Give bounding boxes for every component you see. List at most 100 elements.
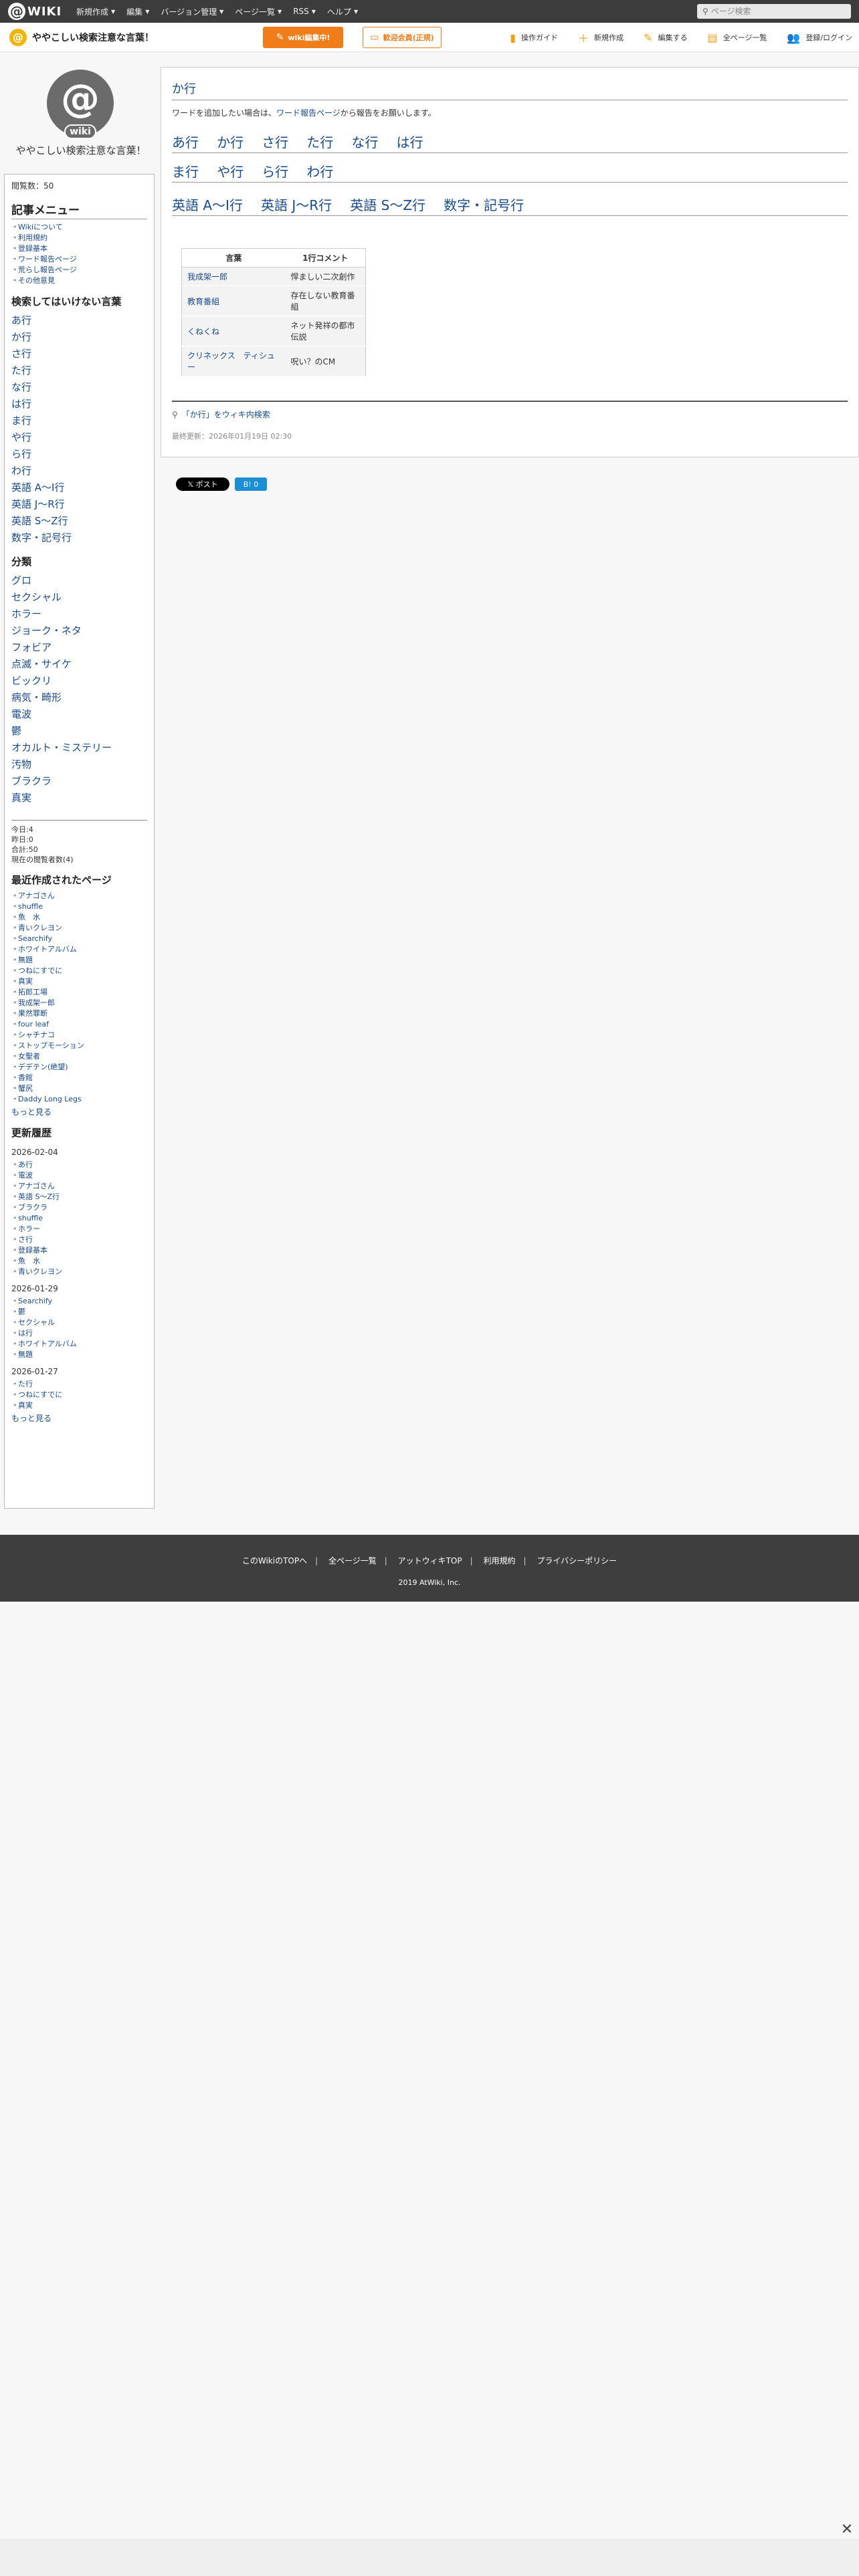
list-item[interactable]: 果然罪断 xyxy=(11,1008,147,1019)
wiki-avatar[interactable]: @ wiki xyxy=(47,70,114,139)
list-item[interactable]: 英語 S〜Z行 xyxy=(11,513,147,530)
list-item[interactable]: デデテン(絶望) xyxy=(11,1062,147,1073)
gyou-link[interactable]: た行 xyxy=(306,134,333,150)
all-pages-action[interactable]: ▤ 全ページ一覧 xyxy=(707,31,767,44)
list-item[interactable]: ストップモーション xyxy=(11,1041,147,1051)
list-item[interactable]: 利用規約 xyxy=(11,233,147,243)
page-search-input[interactable] xyxy=(710,7,838,16)
gyou-link[interactable]: わ行 xyxy=(306,164,333,180)
list-item[interactable]: た行 xyxy=(11,362,147,379)
list-item[interactable]: 無題 xyxy=(11,1350,147,1360)
list-item[interactable]: ま行 xyxy=(11,413,147,429)
list-item[interactable]: 数字・記号行 xyxy=(11,530,147,546)
menu-pages[interactable]: ページ一覧 ▼ xyxy=(235,6,282,17)
wiki-title-link[interactable]: @ ややこしい検索注意な言葉！ xyxy=(9,28,264,46)
gyou-link[interactable]: あ行 xyxy=(172,134,199,150)
menu-new[interactable]: 新規作成 ▼ xyxy=(76,6,115,17)
list-item[interactable]: 汚物 xyxy=(11,756,147,773)
gyou-link[interactable]: か行 xyxy=(217,134,244,150)
list-item[interactable]: 真実 xyxy=(11,790,147,807)
menu-version[interactable]: バージョン管理 ▼ xyxy=(161,6,223,17)
gyou-link[interactable]: や行 xyxy=(217,164,244,180)
list-item[interactable]: つねにすでに xyxy=(11,1390,147,1400)
report-page-link[interactable]: ワード報告ページ xyxy=(276,108,341,118)
gyou-link[interactable]: さ行 xyxy=(262,134,288,150)
recent-more-link[interactable]: もっと見る xyxy=(11,1106,147,1117)
gyou-link[interactable]: な行 xyxy=(351,134,378,150)
list-item[interactable]: 英語 J〜R行 xyxy=(11,496,147,513)
list-item[interactable]: は行 xyxy=(11,1328,147,1339)
wiki-search-link[interactable]: ⚲ 「か行」をウィキ内検索 xyxy=(172,401,848,420)
list-item[interactable]: Daddy Long Legs xyxy=(11,1094,147,1105)
list-item[interactable]: わ行 xyxy=(11,463,147,479)
gyou-link[interactable]: 数字・記号行 xyxy=(444,197,524,213)
footer-link-all-pages[interactable]: 全ページ一覧 xyxy=(328,1556,377,1566)
menu-edit[interactable]: 編集 ▼ xyxy=(126,6,149,17)
list-item[interactable]: four leaf xyxy=(11,1019,147,1030)
list-item[interactable]: 鬱 xyxy=(11,1307,147,1317)
list-item[interactable]: 香館 xyxy=(11,1073,147,1083)
gyou-link[interactable]: は行 xyxy=(396,134,423,150)
list-item[interactable]: ビックリ xyxy=(11,673,147,689)
list-item[interactable]: あ行 xyxy=(11,312,147,329)
list-item[interactable]: 電波 xyxy=(11,706,147,723)
list-item[interactable]: shuffle xyxy=(11,901,147,912)
list-item[interactable]: さ行 xyxy=(11,346,147,362)
gyou-link[interactable]: ら行 xyxy=(262,164,288,180)
footer-link-privacy[interactable]: プライバシーポリシー xyxy=(537,1556,617,1566)
list-item[interactable]: 魚 水 xyxy=(11,1256,147,1267)
list-item[interactable]: 真実 xyxy=(11,1400,147,1411)
list-item[interactable]: Searchify xyxy=(11,934,147,944)
list-item[interactable]: つねにすでに xyxy=(11,966,147,976)
list-item[interactable]: アナゴさん xyxy=(11,1181,147,1192)
gyou-link[interactable]: ま行 xyxy=(172,164,199,180)
footer-link-top[interactable]: このWikiのTOPへ xyxy=(242,1556,307,1566)
list-item[interactable]: ら行 xyxy=(11,446,147,463)
list-item[interactable]: その他意見 xyxy=(11,276,147,286)
guide-action[interactable]: ▮ 操作ガイド xyxy=(510,31,558,44)
atwiki-logo[interactable]: @ WIKI xyxy=(8,3,66,20)
list-item[interactable]: は行 xyxy=(11,396,147,413)
edit-action[interactable]: ✎ 編集する xyxy=(644,31,687,44)
list-item[interactable]: 魚 水 xyxy=(11,912,147,923)
list-item[interactable]: 荒らし報告ページ xyxy=(11,265,147,276)
list-item[interactable]: グロ xyxy=(11,572,147,589)
list-item[interactable]: た行 xyxy=(11,1379,147,1390)
list-item[interactable]: な行 xyxy=(11,379,147,396)
list-item[interactable]: セクシャル xyxy=(11,589,147,606)
list-item[interactable]: 真実 xyxy=(11,976,147,987)
list-item[interactable]: さ行 xyxy=(11,1235,147,1245)
list-item[interactable]: shuffle xyxy=(11,1213,147,1224)
list-item[interactable]: ホワイトアルバム xyxy=(11,944,147,955)
list-item[interactable]: アナゴさん xyxy=(11,891,147,901)
close-icon[interactable]: ✕ xyxy=(838,2520,856,2539)
list-item[interactable]: Searchify xyxy=(11,1296,147,1307)
gyou-link[interactable]: 英語 J〜R行 xyxy=(261,197,332,213)
member-button[interactable]: ▭ 歓迎会員(正規) xyxy=(363,27,442,48)
list-item[interactable]: シャチナコ xyxy=(11,1030,147,1041)
list-item[interactable]: か行 xyxy=(11,329,147,346)
wiki-edit-button[interactable]: ✎ wiki編集中! xyxy=(263,27,343,48)
gyou-link[interactable]: 英語 S〜Z行 xyxy=(350,197,425,213)
history-more-link[interactable]: もっと見る xyxy=(11,1412,147,1424)
new-page-action[interactable]: ＋新規作成 xyxy=(578,29,624,45)
list-item[interactable]: 英語 S〜Z行 xyxy=(11,1192,147,1202)
login-action[interactable]: 👥 登録/ログイン xyxy=(787,31,852,44)
menu-rss[interactable]: RSS ▼ xyxy=(293,6,316,17)
footer-link-terms[interactable]: 利用規約 xyxy=(483,1556,515,1566)
list-item[interactable]: 登録基本 xyxy=(11,1245,147,1256)
list-item[interactable]: あ行 xyxy=(11,1160,147,1170)
list-item[interactable]: 英語 A〜I行 xyxy=(11,479,147,496)
list-item[interactable]: ホワイトアルバム xyxy=(11,1339,147,1350)
list-item[interactable]: 鬱 xyxy=(11,723,147,740)
list-item[interactable]: 電波 xyxy=(11,1170,147,1181)
list-item[interactable]: 青いクレヨン xyxy=(11,1267,147,1277)
list-item[interactable]: 拓郎工場 xyxy=(11,987,147,998)
list-item[interactable]: 青いクレヨン xyxy=(11,923,147,934)
list-item[interactable]: 我成架一郎 xyxy=(11,998,147,1008)
list-item[interactable]: Wikiについて xyxy=(11,222,147,233)
list-item[interactable]: 登録基本 xyxy=(11,243,147,254)
list-item[interactable]: ワード報告ページ xyxy=(11,254,147,265)
list-item[interactable]: ジョーク・ネタ xyxy=(11,623,147,639)
footer-link-atwiki-top[interactable]: アットウィキTOP xyxy=(398,1556,462,1566)
